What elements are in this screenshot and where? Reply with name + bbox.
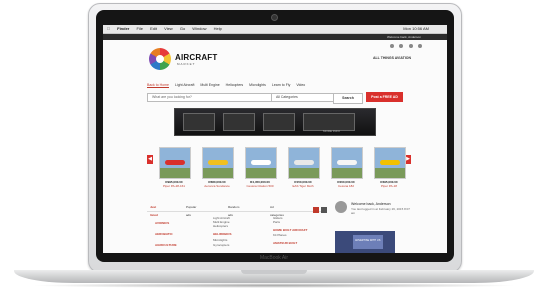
listing-thumbnail[interactable] [159, 147, 191, 179]
avionics-display [183, 113, 215, 131]
menu-view[interactable]: View [164, 26, 173, 31]
model-label: MacBook Air [259, 255, 289, 261]
aircraft-image [251, 160, 271, 165]
tab-ad-categories[interactable]: Ad categories [267, 203, 287, 217]
thumbnail-ground [203, 168, 233, 178]
listing-thumbnail[interactable] [288, 147, 320, 179]
thumbnail-ground [289, 168, 319, 178]
main-nav: Back to Home Light Aircraft Multi Engine… [147, 83, 310, 87]
tab-popular-ads[interactable]: Popular ads [183, 203, 199, 217]
category-link[interactable]: HOME BUILT AIRCRAFT [273, 228, 308, 232]
logo-text[interactable]: AIRCRAFT [175, 53, 217, 62]
nav-light-aircraft[interactable]: Light Aircraft [175, 83, 194, 87]
trackpad-notch [241, 270, 307, 274]
listing-title[interactable]: Piper PA-28-161 [154, 184, 194, 188]
menu-help[interactable]: Help [214, 26, 222, 31]
category-select[interactable]: All Categories [271, 93, 335, 102]
sidebar-ad-text: ADVERTISE WITH US [355, 239, 381, 242]
listing-title[interactable]: Aeronca Sundance [197, 184, 237, 188]
grid-icon[interactable] [321, 207, 327, 213]
listing-title[interactable]: Cessna Citation 500 [240, 184, 280, 188]
category-link[interactable]: AVIONICS [155, 221, 169, 225]
os-menubar:  Finder File Edit View Go Window Help M… [103, 25, 447, 34]
aircraft-image [165, 160, 185, 165]
aircraft-image [294, 160, 314, 165]
menu-file[interactable]: File [136, 26, 142, 31]
category-link[interactable]: Gyrocopters [213, 243, 229, 247]
carousel-prev-button[interactable]: ◀ [147, 155, 153, 164]
banner-ad[interactable] [174, 108, 376, 136]
social-links [389, 35, 423, 53]
tabs-divider [147, 211, 321, 212]
facebook-icon[interactable] [390, 44, 394, 48]
screen:  Finder File Edit View Go Window Help M… [103, 25, 447, 253]
menu-go[interactable]: Go [180, 26, 185, 31]
logo-hub [156, 55, 164, 63]
aircraft-image [380, 160, 400, 165]
tab-random-ads[interactable]: Random ads [225, 203, 242, 217]
aircraft-image [337, 160, 357, 165]
menu-window[interactable]: Window [192, 26, 206, 31]
category-link[interactable]: AMATEUR BUILT [273, 241, 297, 245]
nav-microlights[interactable]: Microlights [249, 83, 266, 87]
google-plus-icon[interactable] [408, 44, 413, 48]
sidebar-ad-image [353, 235, 383, 249]
listing-title[interactable]: Cessna 182 [326, 184, 366, 188]
thumbnail-ground [246, 168, 276, 178]
avatar[interactable] [335, 201, 347, 213]
menubar-clock: Mon 10:56 AM [403, 26, 429, 31]
banner-label: MORE INFO [323, 129, 340, 133]
site-tagline: ALL THINGS AVIATION [373, 56, 411, 60]
avionics-display [223, 113, 255, 131]
user-welcome: Welcome back, Anderson [351, 202, 391, 206]
aircraft-image [208, 160, 228, 165]
thumbnail-ground [160, 168, 190, 178]
nav-multi-engine[interactable]: Multi Engine [200, 83, 219, 87]
search-button[interactable]: Search [333, 93, 363, 104]
nav-learn-to-fly[interactable]: Learn to Fly [272, 83, 290, 87]
nav-video[interactable]: Video [296, 83, 305, 87]
logo-subtext: MARKET [177, 62, 196, 66]
listing-thumbnail[interactable] [202, 147, 234, 179]
apple-icon[interactable]:  [107, 26, 110, 31]
filter-icon[interactable] [313, 207, 319, 213]
category-link[interactable]: AGRICULTURE [155, 243, 177, 247]
nav-helicopters[interactable]: Helicopters [226, 83, 244, 87]
menu-edit[interactable]: Edit [150, 26, 157, 31]
category-link[interactable]: Microlights [213, 238, 227, 242]
category-link[interactable]: Helicopters [213, 224, 228, 228]
thumbnail-ground [332, 168, 362, 178]
twitter-icon[interactable] [399, 44, 404, 48]
laptop-shadow [30, 283, 518, 288]
listing-title[interactable]: EAS Tiger Moth [283, 184, 323, 188]
category-link[interactable]: AEROBATIC [155, 232, 173, 236]
listing-thumbnail[interactable] [331, 147, 363, 179]
search-input[interactable]: What are you looking for? [147, 93, 273, 102]
avionics-display [263, 113, 295, 131]
listing-thumbnail[interactable] [245, 147, 277, 179]
category-link[interactable]: Kit Planes [273, 233, 287, 237]
post-ad-button[interactable]: Post a FREE AD [366, 92, 403, 102]
menu-finder[interactable]: Finder [117, 26, 129, 31]
thumbnail-ground [375, 168, 405, 178]
listing-title[interactable]: Piper PA-18 [369, 184, 409, 188]
rss-icon[interactable] [418, 44, 423, 48]
category-link[interactable]: HELIROBICS [213, 232, 232, 236]
category-link[interactable]: Parts [273, 220, 280, 224]
nav-home[interactable]: Back to Home [147, 83, 169, 87]
camera-icon [271, 14, 278, 21]
last-login-note: You last logged in at February 26, 2015 … [351, 207, 410, 215]
listing-thumbnail[interactable] [374, 147, 406, 179]
